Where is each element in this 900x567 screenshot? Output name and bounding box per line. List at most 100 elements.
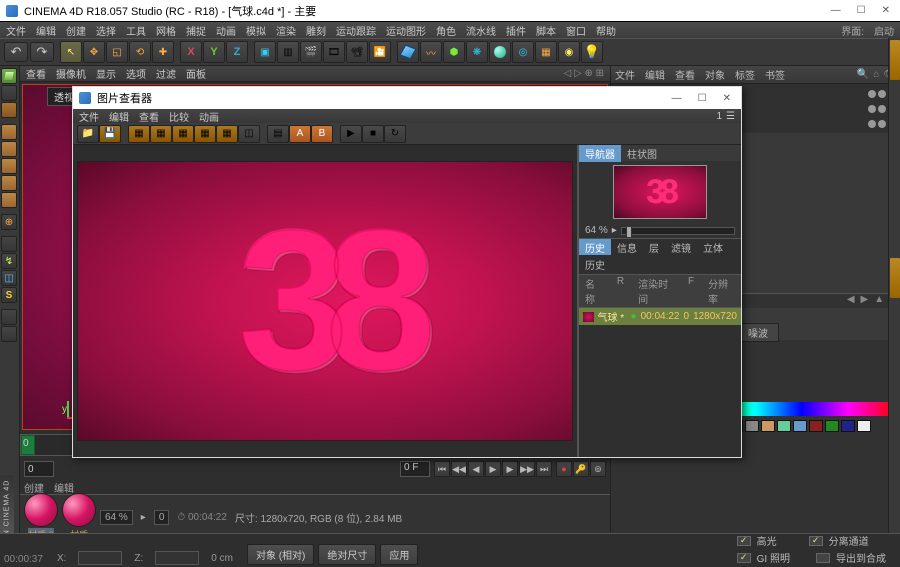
goto-end-button[interactable]: ⏭ — [536, 461, 552, 477]
coord-x-input[interactable] — [78, 551, 122, 565]
color-swatch[interactable] — [777, 420, 791, 432]
add-scene-button[interactable]: ◉ — [558, 41, 580, 63]
prev-key-button[interactable]: ◀◀ — [451, 461, 467, 477]
vp-menu-显示[interactable]: 显示 — [96, 66, 116, 81]
menu-捕捉[interactable]: 捕捉 — [186, 23, 206, 38]
pv-menu-编辑[interactable]: 编辑 — [109, 109, 129, 124]
add-generator-button[interactable]: ⬢ — [443, 41, 465, 63]
size-mode-dropdown[interactable]: 绝对尺寸 — [318, 544, 376, 565]
undo-button[interactable]: ↶ — [4, 42, 28, 62]
menu-创建[interactable]: 创建 — [66, 23, 86, 38]
pv-canvas-area[interactable]: 38 — [73, 145, 577, 457]
attr-tab-噪波[interactable]: 噪波 — [737, 323, 779, 342]
last-tool[interactable]: ✚ — [152, 41, 174, 63]
color-swatch[interactable] — [825, 420, 839, 432]
bulb-button[interactable]: 💡 — [581, 41, 603, 63]
color-swatch[interactable] — [809, 420, 823, 432]
move-tool[interactable]: ✥ — [83, 41, 105, 63]
pv-histtab-历史[interactable]: 历史 — [579, 239, 611, 255]
record-key-button[interactable]: ● — [556, 461, 572, 477]
pv-g-button[interactable]: ▦ — [172, 125, 194, 143]
home-icon[interactable]: ⌂ — [873, 69, 879, 80]
render-region-button[interactable]: ▥ — [277, 41, 299, 63]
pv-thumbnail[interactable]: 38 — [613, 165, 707, 219]
menu-模拟[interactable]: 模拟 — [246, 23, 266, 38]
pv-history-row[interactable]: 气球 * ● 00:04:22 0 1280x720 — [579, 308, 741, 325]
objmgr-文件[interactable]: 文件 — [615, 67, 635, 82]
next-key-button[interactable]: ▶▶ — [519, 461, 535, 477]
viewport-solo-button[interactable] — [1, 236, 17, 252]
redo-button[interactable]: ↷ — [30, 42, 54, 62]
scale-tool[interactable]: ◱ — [106, 41, 128, 63]
pv-tab-navigator[interactable]: 导航器 — [579, 145, 621, 162]
highlight-checkbox[interactable]: ✓ — [737, 536, 751, 546]
color-swatch[interactable] — [793, 420, 807, 432]
objmgr-查看[interactable]: 查看 — [675, 67, 695, 82]
gi-checkbox[interactable]: ✓ — [737, 553, 751, 563]
axis-y-lock[interactable]: Y — [203, 41, 225, 63]
xray-button[interactable] — [1, 309, 17, 325]
pv-zoom-slider[interactable] — [621, 227, 735, 235]
render-active-button[interactable]: 🎞 — [323, 41, 345, 63]
axis-z-lock[interactable]: Z — [226, 41, 248, 63]
pv-save-button[interactable]: 💾 — [99, 125, 121, 143]
point-mode-button[interactable] — [1, 124, 17, 140]
objmgr-标签[interactable]: 标签 — [735, 67, 755, 82]
objmgr-书签[interactable]: 书签 — [765, 67, 785, 82]
pv-filter-icon[interactable]: ☰ — [726, 111, 735, 122]
workplane-button[interactable]: ◫ — [1, 270, 17, 286]
pv-alpha-button[interactable]: ▦ — [216, 125, 238, 143]
menu-插件[interactable]: 插件 — [506, 23, 526, 38]
menu-文件[interactable]: 文件 — [6, 23, 26, 38]
pv-info-button[interactable]: ◫ — [238, 125, 260, 143]
enable-axis-button[interactable]: ⊕ — [1, 214, 17, 230]
vp-menu-过滤[interactable]: 过滤 — [156, 66, 176, 81]
add-environment-button[interactable] — [489, 41, 511, 63]
coord-mode-dropdown[interactable]: 对象 (相对) — [247, 544, 314, 565]
menu-网格[interactable]: 网格 — [156, 23, 176, 38]
prev-frame-button[interactable]: ◀ — [468, 461, 484, 477]
axis-x-lock[interactable]: X — [180, 41, 202, 63]
pv-b-button[interactable]: ▦ — [194, 125, 216, 143]
pv-histtab-滤镜[interactable]: 滤镜 — [665, 239, 697, 255]
viewport-nav-icons[interactable]: ◁ ▷ ⊕ ⊞ — [564, 68, 604, 79]
next-frame-button[interactable]: ▶ — [502, 461, 518, 477]
menu-运动跟踪[interactable]: 运动跟踪 — [336, 23, 376, 38]
object-mode-button[interactable] — [1, 102, 17, 118]
model-mode-button[interactable] — [1, 68, 17, 84]
minimize-button[interactable]: — — [831, 5, 841, 16]
mat-tab-create[interactable]: 创建 — [24, 480, 44, 495]
menu-工具[interactable]: 工具 — [126, 23, 146, 38]
render-view-button[interactable]: ▣ — [254, 41, 276, 63]
frame-current-display[interactable]: 0 F — [400, 461, 430, 477]
pv-minimize-button[interactable]: — — [672, 93, 682, 104]
apply-button[interactable]: 应用 — [380, 544, 418, 565]
uvpoly-mode-button[interactable] — [1, 192, 17, 208]
coord-z-input[interactable] — [155, 551, 199, 565]
material-preview-2[interactable] — [62, 493, 96, 527]
vp-menu-面板[interactable]: 面板 — [186, 66, 206, 81]
pv-zoom-value[interactable]: 64 % — [585, 225, 608, 236]
frame-start-input[interactable] — [24, 461, 54, 477]
pv-maximize-button[interactable]: ☐ — [698, 93, 707, 104]
menu-运动图形[interactable]: 运动图形 — [386, 23, 426, 38]
attr-prev-icon[interactable]: ◀ — [847, 294, 855, 308]
vp-menu-选项[interactable]: 选项 — [126, 66, 146, 81]
add-light-button[interactable]: ▦ — [535, 41, 557, 63]
render-queue-button[interactable]: 📽 — [346, 41, 368, 63]
material-zoom-display[interactable]: 64 % — [100, 510, 133, 525]
polygon-mode-button[interactable] — [1, 158, 17, 174]
uvpoint-mode-button[interactable] — [1, 175, 17, 191]
pv-menu-文件[interactable]: 文件 — [79, 109, 99, 124]
pv-menu-动画[interactable]: 动画 — [199, 109, 219, 124]
menu-选择[interactable]: 选择 — [96, 23, 116, 38]
menu-流水线[interactable]: 流水线 — [466, 23, 496, 38]
add-camera-button[interactable]: ◎ — [512, 41, 534, 63]
menu-角色[interactable]: 角色 — [436, 23, 456, 38]
key-options-button[interactable]: ⊚ — [590, 461, 606, 477]
goto-start-button[interactable]: ⏮ — [434, 461, 450, 477]
autokey-button[interactable]: 🔑 — [573, 461, 589, 477]
menu-编辑[interactable]: 编辑 — [36, 23, 56, 38]
menu-窗口[interactable]: 窗口 — [566, 23, 586, 38]
color-swatch[interactable] — [857, 420, 871, 432]
